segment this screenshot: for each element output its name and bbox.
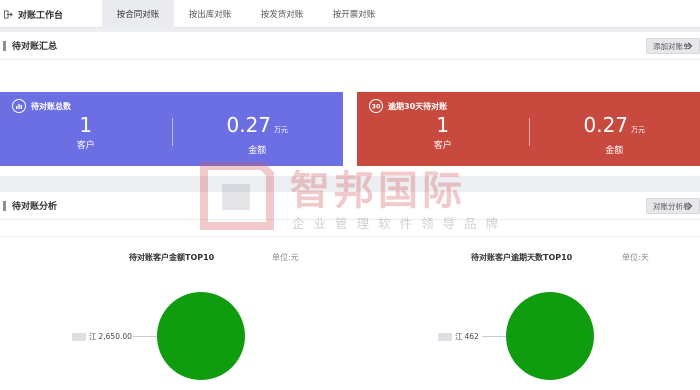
chevron-right-icon xyxy=(688,202,693,210)
customer-label: 客户 xyxy=(76,141,95,151)
top-bar: 对账工作台 按合同对账 按出库对账 按发货对账 按开票对账 xyxy=(0,0,700,28)
workbench-title[interactable]: 对账工作台 xyxy=(0,0,98,28)
pie-leader-line xyxy=(133,336,157,337)
redacted-name xyxy=(438,332,452,341)
customer-count: 1 xyxy=(79,113,93,137)
card-title: 逾期30天待对账 xyxy=(388,101,448,111)
redacted-name xyxy=(72,332,86,341)
card-title: 待对账总数 xyxy=(31,101,71,111)
tab-by-invoice[interactable]: 按开票对账 xyxy=(318,0,390,28)
card-header: 待对账总数 xyxy=(12,99,71,113)
chart-title: 待对账客户逾期天数TOP10 xyxy=(471,253,573,262)
analysis-title: 待对账分析 xyxy=(12,202,58,212)
summary-title: 待对账汇总 xyxy=(12,42,58,52)
tab-by-contract[interactable]: 按合同对账 xyxy=(102,0,174,28)
summary-header: 待对账汇总 添加对账单 xyxy=(0,32,700,60)
pie-slice[interactable] xyxy=(506,292,594,380)
pie-leader-line xyxy=(482,336,506,337)
pie-slice[interactable] xyxy=(157,292,245,380)
chevron-right-icon xyxy=(688,42,693,50)
customer-stat: 1 客户 xyxy=(0,114,172,151)
add-statement-label: 添加对账单 xyxy=(653,41,691,51)
exit-arrow-icon xyxy=(4,9,13,19)
add-statement-button[interactable]: 添加对账单 xyxy=(646,38,700,54)
bar-chart-icon xyxy=(12,99,26,113)
analysis-header: 待对账分析 对账分析看 xyxy=(0,192,700,220)
amount-label: 金额 xyxy=(605,146,624,156)
pie-label: 江 462 xyxy=(438,331,479,342)
pie-label-value: 2,650.00 xyxy=(98,332,132,341)
chart-title: 待对账客户金额TOP10 xyxy=(129,253,215,262)
analysis-view-button[interactable]: 对账分析看 xyxy=(646,198,700,214)
divider xyxy=(0,236,700,237)
card-header: 30 逾期30天待对账 xyxy=(369,99,447,113)
customer-count: 1 xyxy=(436,113,450,137)
amount-stat: 0.27 万元 金额 xyxy=(172,114,344,156)
customer-label: 客户 xyxy=(433,141,452,151)
tab-by-outbound[interactable]: 按出库对账 xyxy=(174,0,246,28)
pie-label: 江 2,650.00 xyxy=(72,331,132,342)
amount-unit: 万元 xyxy=(274,126,289,134)
section-marker xyxy=(3,200,6,211)
pending-total-card: 待对账总数 1 客户 0.27 万元 金额 xyxy=(0,92,343,166)
pie-label-prefix: 江 xyxy=(455,332,463,341)
pie-label-prefix: 江 xyxy=(89,332,97,341)
amount-value: 0.27 xyxy=(583,113,629,137)
tab-by-delivery[interactable]: 按发货对账 xyxy=(246,0,318,28)
overdue-30-card: 30 逾期30天待对账 1 客户 0.27 万元 金额 xyxy=(357,92,700,166)
30-days-icon: 30 xyxy=(369,99,383,113)
workbench-label: 对账工作台 xyxy=(18,10,64,21)
pie-label-value: 462 xyxy=(464,332,479,341)
customer-stat: 1 客户 xyxy=(357,114,529,151)
amount-stat: 0.27 万元 金额 xyxy=(529,114,700,156)
amount-label: 金额 xyxy=(248,146,267,156)
chart-unit: 单位:元 xyxy=(272,253,299,262)
chart-unit: 单位:天 xyxy=(622,253,649,262)
amount-value: 0.27 xyxy=(226,113,272,137)
analysis-view-label: 对账分析看 xyxy=(653,201,691,211)
amount-unit: 万元 xyxy=(631,126,646,134)
svg-text:30: 30 xyxy=(371,103,381,111)
section-marker xyxy=(3,40,6,51)
analysis-section xyxy=(0,192,700,390)
